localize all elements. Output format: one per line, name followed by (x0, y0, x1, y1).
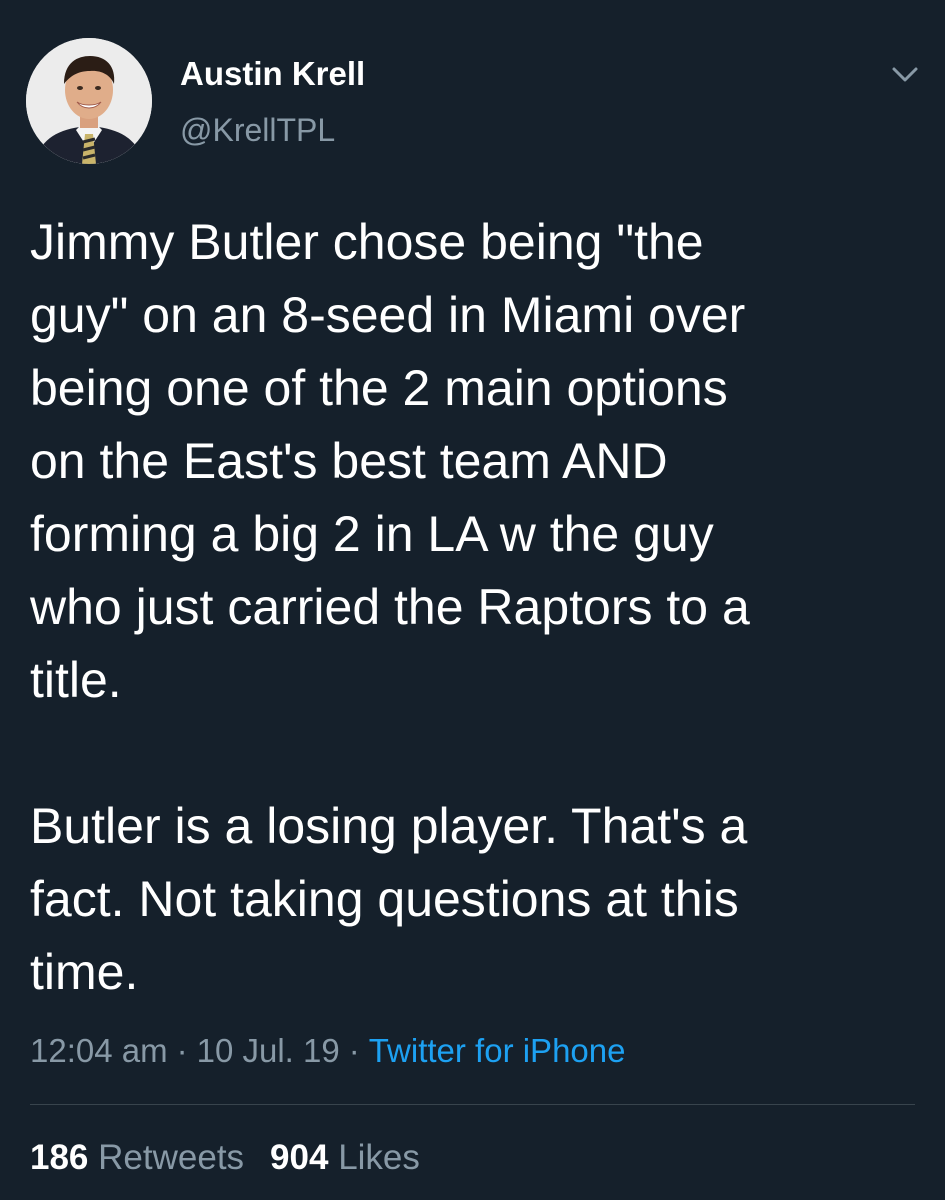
tweet-text: Jimmy Butler chose being "the guy" on an… (30, 214, 750, 1000)
divider (30, 1104, 915, 1105)
retweets-stat[interactable]: 186 Retweets (30, 1138, 244, 1177)
author-name[interactable]: Austin Krell (180, 55, 365, 93)
avatar[interactable] (26, 38, 152, 164)
likes-stat[interactable]: 904 Likes (270, 1138, 420, 1177)
tweet-card: Austin Krell @KrellTPL Jimmy Butler chos… (0, 0, 945, 1200)
likes-count: 904 (270, 1138, 329, 1177)
retweets-count: 186 (30, 1138, 89, 1177)
author-handle[interactable]: @KrellTPL (180, 112, 335, 149)
tweet-timestamp: 12:04 am · 10 Jul. 19 · Twitter for iPhone (30, 1032, 625, 1070)
likes-label: Likes (338, 1138, 420, 1177)
avatar-image (26, 38, 152, 164)
tweet-source-link[interactable]: Twitter for iPhone (369, 1032, 626, 1069)
tweet-date[interactable]: 10 Jul. 19 (197, 1032, 340, 1069)
tweet-time[interactable]: 12:04 am (30, 1032, 168, 1069)
tweet-stats: 186 Retweets 904 Likes (30, 1138, 420, 1178)
retweets-label: Retweets (98, 1138, 245, 1177)
separator-dot: · (348, 1032, 360, 1069)
chevron-down-icon[interactable] (888, 60, 922, 88)
separator-dot: · (176, 1032, 188, 1069)
